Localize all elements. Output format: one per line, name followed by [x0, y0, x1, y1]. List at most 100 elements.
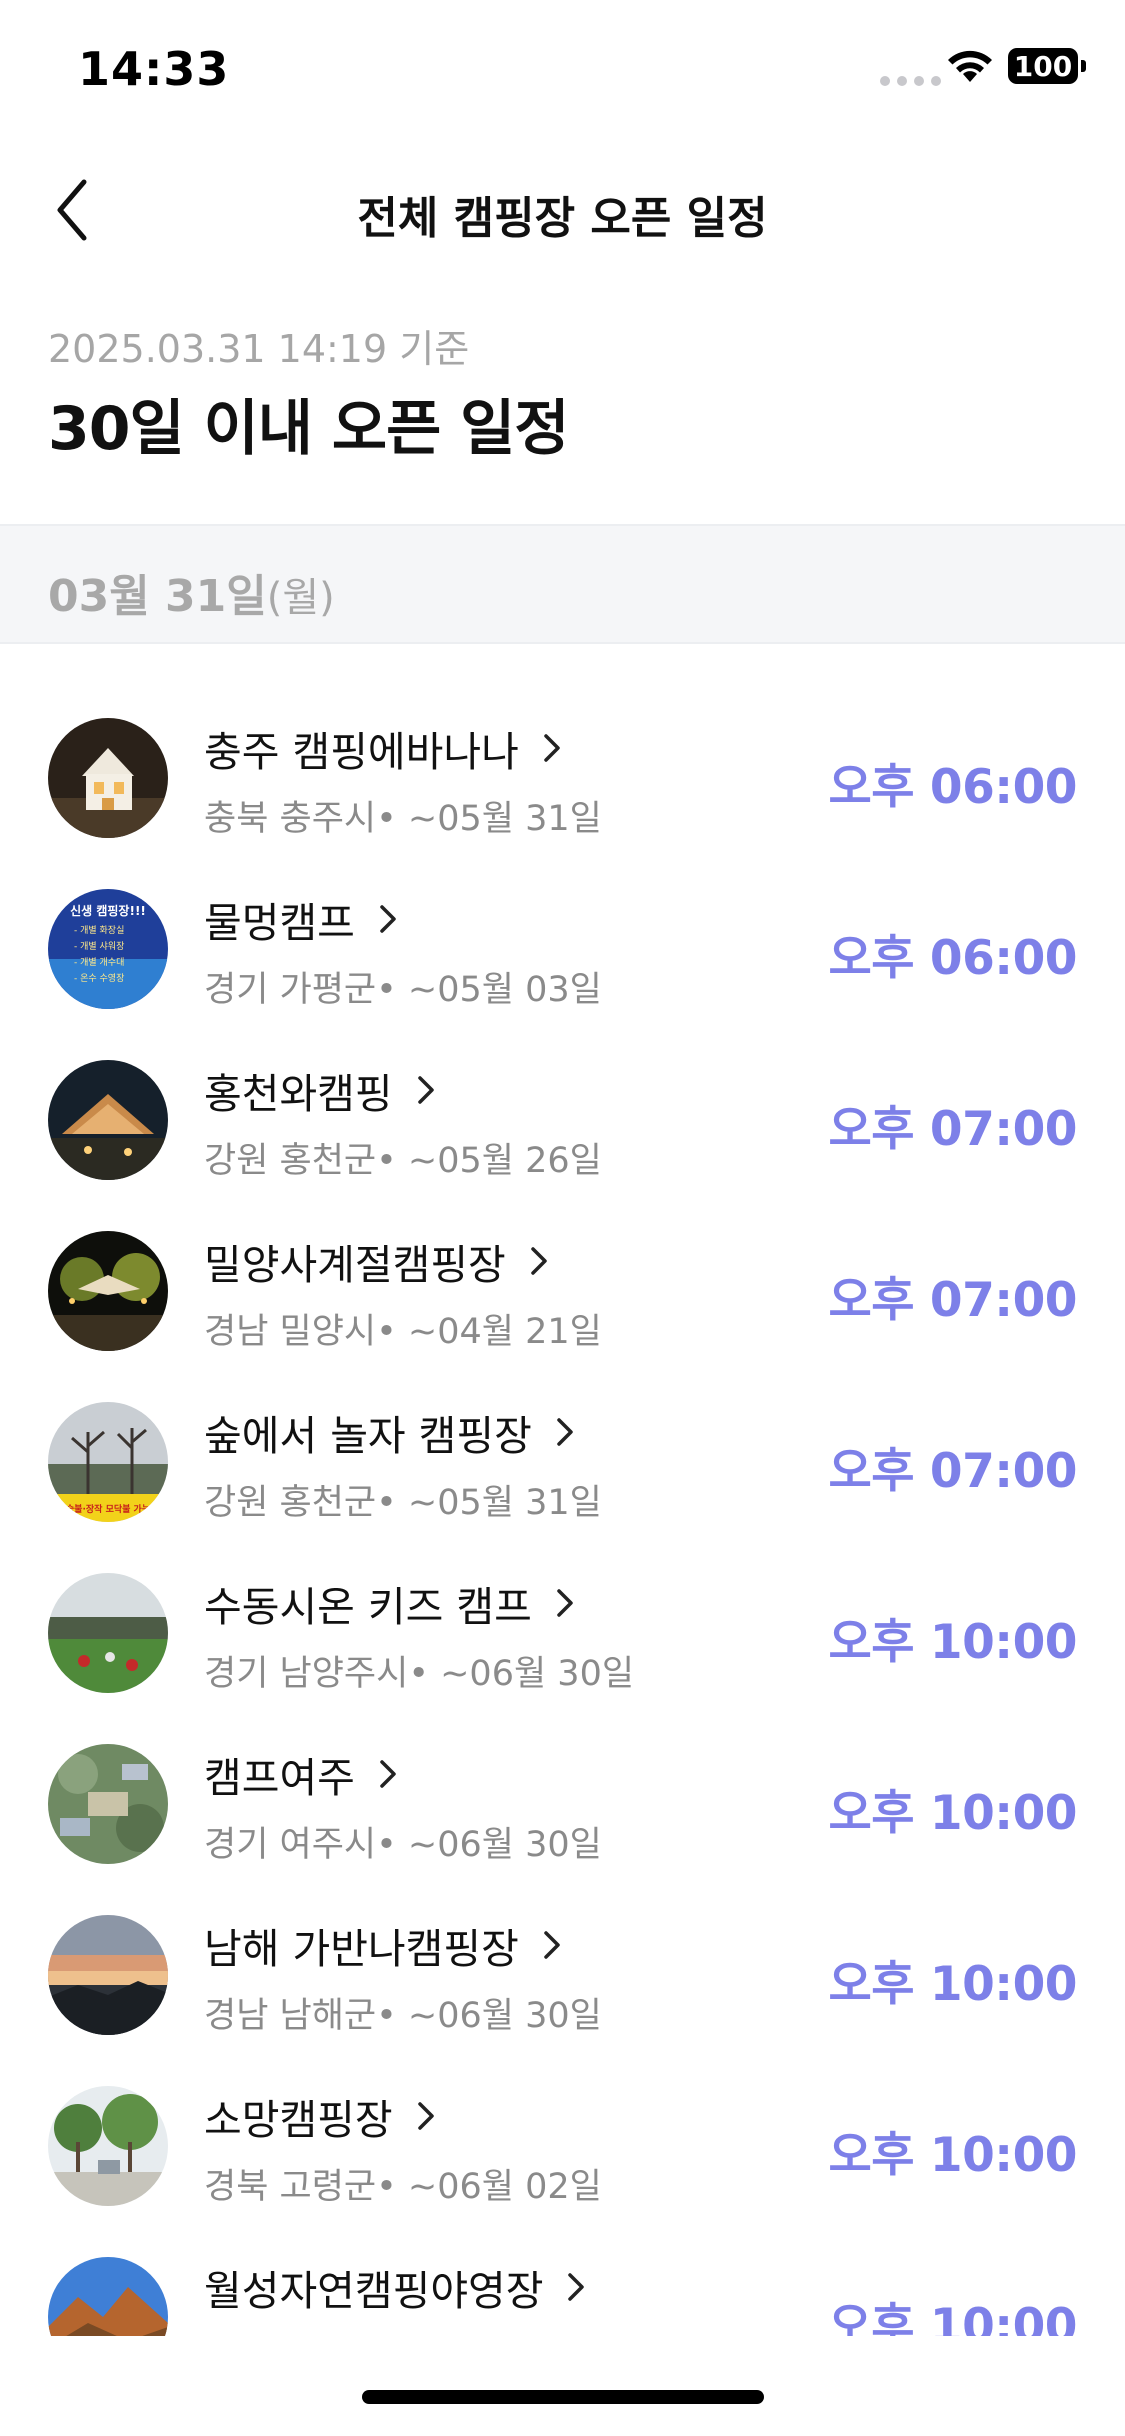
camp-location: 충북 충주시• ~05월 31일	[204, 799, 602, 839]
thumb-caption: 숯불·장작 모닥불 가능	[66, 1503, 150, 1515]
camp-location: 강원 홍천군• ~05월 26일	[204, 1141, 602, 1181]
camp-region: 경기 가평군	[204, 970, 377, 1010]
camp-thumbnail	[48, 2257, 168, 2336]
chevron-right-icon	[544, 1931, 560, 1959]
camp-thumbnail	[48, 1060, 168, 1180]
camp-region: 경기 남양주시	[204, 1654, 409, 1694]
camp-name: 숲에서 놀자 캠핑장	[204, 1412, 532, 1460]
date-section-header: 03월 31일(월)	[0, 524, 1125, 644]
camp-location: 강원 홍천군• ~05월 31일	[204, 1483, 602, 1523]
thumb-caption: 신생 캠핑장!!!	[70, 903, 146, 918]
camp-period: ~06월 30일	[407, 1996, 602, 2036]
camp-region: 경남 밀양시	[204, 1312, 377, 1352]
open-time: 오후 06:00	[828, 760, 1078, 815]
updated-timestamp: 2025.03.31 14:19 기준	[48, 327, 470, 371]
camp-thumbnail	[48, 1573, 168, 1693]
weekday-text: (월)	[266, 575, 335, 621]
camp-location: 경기 가평군• ~05월 03일	[204, 970, 602, 1010]
chevron-right-icon	[557, 1589, 573, 1617]
battery-level: 100	[1013, 49, 1073, 83]
camp-name: 소망캠핑장	[204, 2096, 393, 2144]
chevron-right-icon	[417, 1076, 434, 1104]
open-time: 오후 10:00	[828, 2299, 1078, 2336]
camp-list-item[interactable]: 월성자연캠핑야영장 오후 10:00	[0, 2239, 1125, 2336]
camp-list-item[interactable]: 캠프여주 경기 여주시• ~06월 30일 오후 10:00	[0, 1726, 1125, 1897]
camp-thumbnail: 숯불·장작 모닥불 가능	[48, 1402, 168, 1522]
camp-thumbnail	[48, 1231, 168, 1351]
camp-list-item[interactable]: 충주 캠핑에바나나 충북 충주시• ~05월 31일 오후 06:00	[0, 700, 1125, 871]
camp-list: 충주 캠핑에바나나 충북 충주시• ~05월 31일 오후 06:00 신생 캠…	[0, 700, 1125, 2336]
camp-open-schedule-screen: 14:33 100 전체 캠핑장 오픈 일정 2025.03.31 14:19 …	[0, 0, 1125, 2436]
camp-list-item[interactable]: 신생 캠핑장!!! - 개별 화장실 - 개별 샤워장 - 개별 개수대 - 온…	[0, 871, 1125, 1042]
camp-name: 밀양사계절캠핑장	[204, 1241, 506, 1289]
camp-period: ~05월 31일	[407, 1483, 602, 1523]
camp-period: ~06월 02일	[407, 2167, 602, 2207]
chevron-right-icon	[531, 1247, 547, 1275]
chevron-right-icon	[380, 905, 396, 933]
open-time: 오후 07:00	[828, 1273, 1078, 1328]
camp-name: 캠프여주	[204, 1754, 355, 1802]
camp-name: 월성자연캠핑야영장	[204, 2267, 544, 2315]
camp-region: 충북 충주시	[204, 799, 377, 839]
open-time: 오후 10:00	[828, 2128, 1078, 2183]
camp-region: 경기 여주시	[204, 1825, 377, 1865]
camp-region: 강원 홍천군	[204, 1141, 377, 1181]
page-title: 전체 캠핑장 오픈 일정	[357, 193, 768, 244]
section-heading: 30일 이내 오픈 일정	[48, 394, 570, 464]
thumb-caption: - 개별 개수대	[74, 957, 124, 968]
camp-thumbnail	[48, 718, 168, 838]
chevron-right-icon	[544, 734, 560, 762]
home-indicator	[362, 2390, 764, 2404]
camp-name: 물멍캠프	[204, 899, 355, 947]
camp-region: 강원 홍천군	[204, 1483, 377, 1523]
nav-bar: 전체 캠핑장 오픈 일정	[0, 140, 1125, 280]
camp-name: 충주 캠핑에바나나	[204, 728, 519, 776]
camp-list-item[interactable]: 숯불·장작 모닥불 가능 숲에서 놀자 캠핑장 강원 홍천군• ~05월 31일…	[0, 1384, 1125, 1555]
battery-icon: 100	[1008, 48, 1086, 84]
chevron-right-icon	[380, 1760, 396, 1788]
camp-period: ~04월 21일	[407, 1312, 602, 1352]
status-time: 14:33	[78, 42, 230, 96]
open-time: 오후 10:00	[828, 1615, 1078, 1670]
camp-list-item[interactable]: 소망캠핑장 경북 고령군• ~06월 02일 오후 10:00	[0, 2068, 1125, 2239]
camp-name: 홍천와캠핑	[204, 1070, 393, 1118]
cellular-signal-icon	[880, 76, 941, 86]
chevron-right-icon	[417, 2102, 434, 2130]
thumb-caption: - 개별 샤워장	[74, 941, 124, 952]
camp-period: ~06월 30일	[440, 1654, 635, 1694]
chevron-right-icon	[568, 2273, 585, 2301]
camp-location: 경남 남해군• ~06월 30일	[204, 1996, 602, 2036]
open-time: 오후 07:00	[828, 1102, 1078, 1157]
date-label: 03월 31일(월)	[48, 560, 335, 624]
thumb-caption: - 개별 화장실	[74, 925, 124, 936]
camp-location: 경북 고령군• ~06월 02일	[204, 2167, 602, 2207]
date-text: 03월 31일	[48, 571, 267, 622]
camp-period: ~05월 31일	[407, 799, 602, 839]
camp-period: ~05월 03일	[407, 970, 602, 1010]
camp-list-item[interactable]: 남해 가반나캠핑장 경남 남해군• ~06월 30일 오후 10:00	[0, 1897, 1125, 2068]
camp-name: 수동시온 키즈 캠프	[204, 1583, 532, 1631]
open-time: 오후 07:00	[828, 1444, 1078, 1499]
camp-thumbnail	[48, 1915, 168, 2035]
open-time: 오후 10:00	[828, 1786, 1078, 1841]
camp-location: 경기 남양주시• ~06월 30일	[204, 1654, 635, 1694]
camp-list-item[interactable]: 홍천와캠핑 강원 홍천군• ~05월 26일 오후 07:00	[0, 1042, 1125, 1213]
camp-location: 경기 여주시• ~06월 30일	[204, 1825, 602, 1865]
camp-thumbnail	[48, 2086, 168, 2206]
camp-list-item[interactable]: 수동시온 키즈 캠프 경기 남양주시• ~06월 30일 오후 10:00	[0, 1555, 1125, 1726]
wifi-icon	[948, 50, 992, 82]
camp-thumbnail: 신생 캠핑장!!! - 개별 화장실 - 개별 샤워장 - 개별 개수대 - 온…	[48, 889, 168, 1009]
status-bar: 14:33 100	[0, 0, 1125, 140]
camp-period: ~05월 26일	[407, 1141, 602, 1181]
open-time: 오후 06:00	[828, 931, 1078, 986]
camp-region: 경남 남해군	[204, 1996, 377, 2036]
chevron-right-icon	[557, 1418, 573, 1446]
camp-period: ~06월 30일	[407, 1825, 602, 1865]
open-time: 오후 10:00	[828, 1957, 1078, 2012]
camp-region: 경북 고령군	[204, 2167, 377, 2207]
camp-thumbnail	[48, 1744, 168, 1864]
camp-list-item[interactable]: 밀양사계절캠핑장 경남 밀양시• ~04월 21일 오후 07:00	[0, 1213, 1125, 1384]
thumb-caption: - 온수 수영장	[74, 973, 124, 984]
camp-name: 남해 가반나캠핑장	[204, 1925, 519, 1973]
camp-location: 경남 밀양시• ~04월 21일	[204, 1312, 602, 1352]
